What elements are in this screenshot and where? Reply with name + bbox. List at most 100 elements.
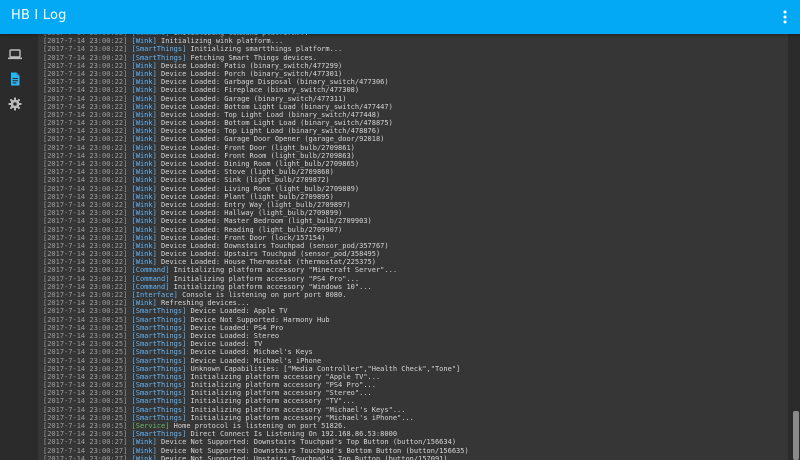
log-timestamp: [2017-7-14 23:00:22] — [43, 69, 128, 78]
log-timestamp: [2017-7-14 23:00:25] — [43, 422, 128, 430]
log-message: Initializing platform accessory "Michael… — [190, 405, 406, 414]
log-message: Device Loaded: Garage Door Opener (garag… — [161, 135, 385, 144]
log-source-tag: [SmartThings] — [131, 307, 187, 316]
log-message: Initializing platform accessory "Michael… — [190, 413, 414, 422]
log-line: [2017-7-14 23:00:22] [Command] Initializ… — [43, 275, 788, 283]
log-message: Device Loaded: Reading (light_bulb/27099… — [161, 225, 343, 234]
log-source-tag: [Wink] — [131, 192, 157, 201]
log-message: Device Loaded: Porch (binary_switch/4773… — [161, 69, 343, 78]
log-source-tag: [Wink] — [131, 438, 157, 447]
log-message: Initializing platform accessory "Windows… — [173, 282, 372, 291]
log-timestamp: [2017-7-14 23:00:22] — [43, 176, 128, 185]
log-message: Device Loaded: Apple TV — [190, 307, 288, 316]
log-source-tag: [Wink] — [131, 168, 157, 177]
log-timestamp: [2017-7-14 23:00:22] — [43, 209, 128, 218]
log-timestamp: [2017-7-14 23:00:25] — [43, 315, 128, 324]
log-line: [2017-7-14 23:00:22] [Wink] Device Loade… — [43, 258, 788, 266]
log-timestamp: [2017-7-14 23:00:22] — [43, 192, 128, 201]
log-line: [2017-7-14 23:00:22] [Wink] Device Loade… — [43, 70, 788, 78]
log-source-tag: [SmartThings] — [131, 381, 187, 390]
log-line: [2017-7-14 23:00:25] [SmartThings] Devic… — [43, 348, 788, 356]
log-line: [2017-7-14 23:00:25] [SmartThings] Devic… — [43, 332, 788, 340]
log-source-tag: [Command] — [131, 282, 170, 291]
vertical-dots-icon[interactable] — [780, 9, 790, 25]
log-line: [2017-7-14 23:00:22] [Wink] Initializing… — [43, 37, 788, 45]
log-source-tag: [SmartThings] — [131, 356, 187, 365]
sidebar — [0, 34, 30, 460]
log-timestamp: [2017-7-14 23:00:22] — [43, 151, 128, 160]
log-timestamp: [2017-7-14 23:00:22] — [43, 86, 128, 95]
log-source-tag: [SmartThings] — [131, 45, 187, 54]
log-message: Device Not Supported: Downstairs Touchpa… — [161, 446, 469, 455]
log-source-tag: [Wink] — [131, 69, 157, 78]
log-line: [2017-7-14 23:00:22] [Wink] Device Loade… — [43, 86, 788, 94]
log-timestamp: [2017-7-14 23:00:22] — [43, 217, 128, 226]
log-line: [2017-7-14 23:00:22] [Wink] Device Loade… — [43, 160, 788, 168]
log-message: Initializing wink platform... — [161, 37, 284, 46]
log-line: [2017-7-14 23:00:22] [Wink] Device Loade… — [43, 152, 788, 160]
log-message: Device Loaded: Bottom Light Load (binary… — [161, 119, 393, 128]
log-source-tag: [SmartThings] — [131, 348, 187, 357]
nav-status[interactable] — [7, 46, 23, 62]
log-message: Device Loaded: Front Door (lock/157154) — [161, 233, 326, 242]
log-source-tag: [SmartThings] — [131, 315, 187, 324]
nav-settings[interactable] — [7, 96, 23, 112]
log-message: Unknown Capabilities: ["Media Controller… — [190, 364, 461, 373]
log-line: [2017-7-14 23:00:25] [SmartThings] Devic… — [43, 316, 788, 324]
log-timestamp: [2017-7-14 23:00:22] — [43, 291, 128, 299]
log-timestamp: [2017-7-14 23:00:25] — [43, 348, 128, 357]
log-list: [2017-7-14 23:00:22] [Command] Initializ… — [43, 34, 788, 460]
log-message: Home protocol is listening on port 51826… — [173, 422, 347, 430]
log-source-tag: [Command] — [131, 274, 170, 283]
log-source-tag: [Wink] — [131, 184, 157, 193]
nav-log[interactable] — [7, 71, 23, 87]
log-source-tag: [Interface] — [131, 291, 178, 299]
log-timestamp: [2017-7-14 23:00:22] — [43, 282, 128, 291]
log-timestamp: [2017-7-14 23:00:22] — [43, 225, 128, 234]
log-line: [2017-7-14 23:00:25] [SmartThings] Initi… — [43, 389, 788, 397]
log-timestamp: [2017-7-14 23:00:25] — [43, 356, 128, 365]
log-timestamp: [2017-7-14 23:00:22] — [43, 119, 128, 128]
log-timestamp: [2017-7-14 23:00:22] — [43, 250, 128, 259]
log-message: Device Loaded: Plant (light_bulb/2709895… — [161, 192, 334, 201]
log-message: Device Not Supported: Downstairs Touchpa… — [161, 438, 457, 447]
log-line: [2017-7-14 23:00:22] [Wink] Device Loade… — [43, 127, 788, 135]
log-line: [2017-7-14 23:00:25] [SmartThings] Initi… — [43, 381, 788, 389]
log-source-tag: [SmartThings] — [131, 389, 187, 398]
log-line: [2017-7-14 23:00:22] [Wink] Device Loade… — [43, 250, 788, 258]
log-timestamp: [2017-7-14 23:00:22] — [43, 160, 128, 168]
log-line: [2017-7-14 23:00:22] [Wink] Device Loade… — [43, 176, 788, 184]
log-line: [2017-7-14 23:00:22] [Interface] Console… — [43, 291, 788, 299]
log-timestamp: [2017-7-14 23:00:22] — [43, 37, 128, 46]
log-source-tag: [Wink] — [131, 454, 157, 460]
log-source-tag: [Wink] — [131, 151, 157, 160]
gear-icon — [8, 97, 22, 111]
log-message: Device Loaded: Patio (binary_switch/4772… — [161, 61, 343, 70]
log-message: Device Loaded: PS4 Pro — [190, 323, 284, 332]
log-timestamp: [2017-7-14 23:00:22] — [43, 233, 128, 242]
log-line: [2017-7-14 23:00:22] [Wink] Device Loade… — [43, 168, 788, 176]
log-source-tag: [Wink] — [131, 200, 157, 209]
log-timestamp: [2017-7-14 23:00:22] — [43, 78, 128, 87]
log-line: [2017-7-14 23:00:25] [SmartThings] Devic… — [43, 307, 788, 315]
log-message: Initializing smartthings platform... — [190, 45, 343, 54]
log-source-tag: [Service] — [131, 422, 170, 430]
log-timestamp: [2017-7-14 23:00:22] — [43, 299, 128, 308]
log-source-tag: [Wink] — [131, 160, 157, 168]
scrollbar-thumb[interactable] — [793, 411, 799, 460]
log-timestamp: [2017-7-14 23:00:25] — [43, 430, 128, 439]
scrollbar[interactable] — [791, 34, 800, 460]
log-line: [2017-7-14 23:00:27] [Wink] Device Not S… — [43, 447, 788, 455]
log-message: Initializing platform accessory "Minecra… — [173, 266, 398, 275]
log-timestamp: [2017-7-14 23:00:25] — [43, 307, 128, 316]
log-panel[interactable]: [2017-7-14 23:00:22] [Command] Initializ… — [38, 34, 788, 460]
log-source-tag: [SmartThings] — [131, 397, 187, 406]
log-source-tag: [Wink] — [131, 176, 157, 185]
log-timestamp: [2017-7-14 23:00:25] — [43, 340, 128, 349]
log-source-tag: [Wink] — [131, 102, 157, 111]
log-source-tag: [Wink] — [131, 258, 157, 267]
log-message: Device Loaded: Master Bedroom (light_bul… — [161, 217, 372, 226]
log-source-tag: [Wink] — [131, 78, 157, 87]
log-source-tag: [Wink] — [131, 119, 157, 128]
log-line: [2017-7-14 23:00:22] [SmartThings] Fetch… — [43, 54, 788, 62]
